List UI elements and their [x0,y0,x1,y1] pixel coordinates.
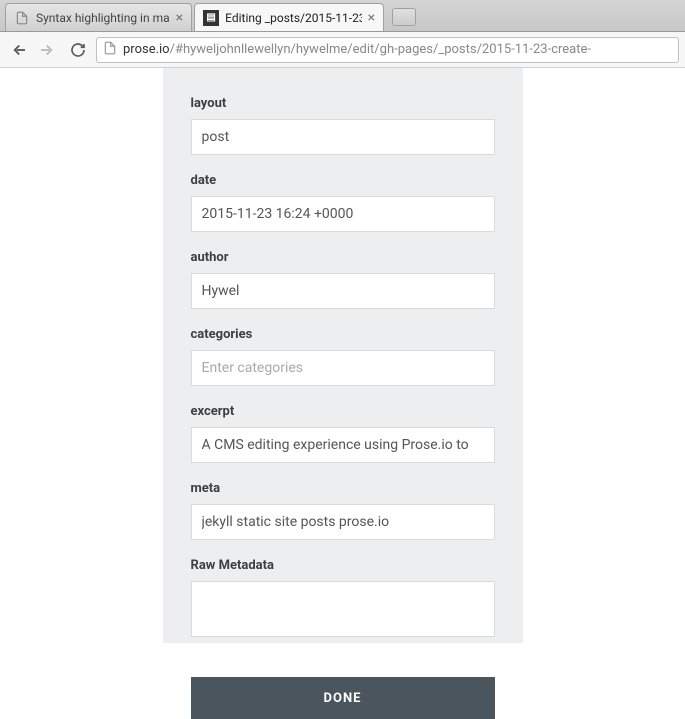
input-excerpt[interactable] [191,427,495,463]
browser-tab-2[interactable]: ▤ Editing _posts/2015-11-23 × [194,3,384,31]
new-tab-button[interactable] [392,8,416,26]
field-author: author [191,250,495,309]
label-excerpt: excerpt [191,404,495,419]
label-raw-metadata: Raw Metadata [191,558,495,573]
field-raw-metadata: Raw Metadata [191,558,495,641]
field-excerpt: excerpt [191,404,495,463]
browser-tab-1[interactable]: Syntax highlighting in ma × [5,3,192,31]
reload-button[interactable] [66,38,90,62]
address-bar[interactable]: prose.io/#hyweljohnllewellyn/hywelme/edi… [96,37,679,63]
label-layout: layout [191,96,495,111]
field-date: date [191,173,495,232]
field-categories: categories [191,327,495,386]
tab-title: Syntax highlighting in ma [36,11,170,25]
close-icon[interactable]: × [176,10,183,26]
back-button[interactable] [6,38,30,62]
label-author: author [191,250,495,265]
input-categories[interactable] [191,350,495,386]
url-host: prose.io [123,42,170,57]
url-path: /#hyweljohnllewellyn/hywelme/edit/gh-pag… [170,42,591,57]
page-icon [103,41,117,59]
field-meta: meta [191,481,495,540]
input-meta[interactable] [191,504,495,540]
tab-title: Editing _posts/2015-11-23 [225,11,362,25]
label-date: date [191,173,495,188]
input-date[interactable] [191,196,495,232]
done-button[interactable]: DONE [191,677,495,719]
input-raw-metadata[interactable] [191,581,495,637]
prose-icon: ▤ [203,10,219,26]
browser-toolbar: prose.io/#hyweljohnllewellyn/hywelme/edi… [0,32,685,68]
metadata-panel: layout date author categories excerpt me [163,68,523,643]
forward-button[interactable] [36,38,60,62]
input-layout[interactable] [191,119,495,155]
input-author[interactable] [191,273,495,309]
browser-tab-bar: Syntax highlighting in ma × ▤ Editing _p… [0,0,685,32]
page-icon [14,10,30,26]
field-layout: layout [191,96,495,155]
label-meta: meta [191,481,495,496]
label-categories: categories [191,327,495,342]
page-content: layout date author categories excerpt me [0,68,685,643]
close-icon[interactable]: × [368,10,375,26]
